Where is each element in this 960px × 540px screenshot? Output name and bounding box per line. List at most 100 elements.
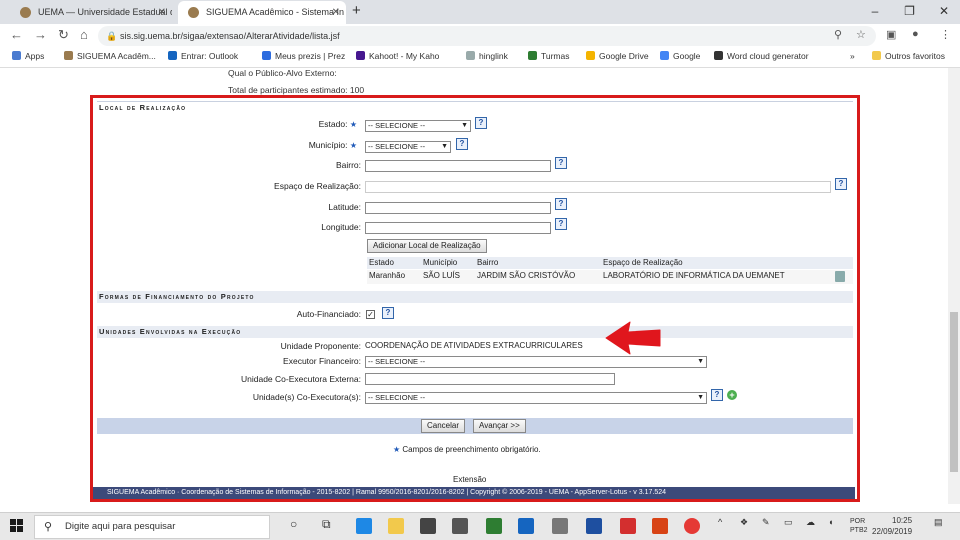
- section-title-unidades: Unidades Envolvidas na Execução: [97, 326, 853, 338]
- bookmark-prezi[interactable]: Meus prezis | Prez: [262, 51, 345, 61]
- profile-avatar-icon[interactable]: ●: [912, 28, 919, 40]
- bookmarks-bar: Apps SIGUEMA Acadêm... Entrar: Outlook M…: [0, 48, 960, 68]
- coexec-externa-input[interactable]: [365, 373, 615, 385]
- bookmark-wordcloud[interactable]: Word cloud generator: [714, 51, 809, 61]
- help-icon[interactable]: ?: [555, 157, 567, 169]
- table-cell: LABORATÓRIO DE INFORMÁTICA DA UEMANET: [603, 271, 785, 280]
- thinglink-icon: [466, 51, 475, 60]
- windows-start-icon[interactable]: [10, 519, 24, 533]
- bookmark-turmas[interactable]: Turmas: [528, 51, 570, 61]
- bookmark-siguema[interactable]: SIGUEMA Acadêm...: [64, 51, 156, 61]
- outlook-icon[interactable]: [518, 518, 534, 534]
- network-icon[interactable]: ▭: [784, 517, 793, 528]
- bookmark-drive[interactable]: Google Drive: [586, 51, 649, 61]
- taskbar-search-input[interactable]: ⚲ Digite aqui para pesquisar: [34, 515, 270, 539]
- pen-icon[interactable]: ✎: [762, 517, 770, 528]
- acrobat-icon[interactable]: [620, 518, 636, 534]
- app-icon[interactable]: [552, 518, 568, 534]
- page-scrollbar[interactable]: [948, 68, 960, 504]
- trash-icon[interactable]: [835, 271, 845, 282]
- app-icon[interactable]: [486, 518, 502, 534]
- url-input[interactable]: 🔒 sis.sig.uema.br/sigaa/extensao/Alterar…: [98, 26, 876, 46]
- notifications-icon[interactable]: ▤: [934, 517, 943, 528]
- bookmark-star-icon[interactable]: ☆: [856, 28, 866, 41]
- cut-off-row: Total de participantes estimado: 100: [228, 85, 365, 95]
- uema-favicon-icon: [20, 7, 31, 18]
- minimize-icon[interactable]: –: [859, 0, 891, 22]
- bookmark-thinglink[interactable]: hinglink: [466, 51, 508, 61]
- form-container: Local de Realização Estado: ★ -- SELECIO…: [97, 98, 853, 498]
- browser-tab-siguema[interactable]: SIGUEMA Acadêmico - Sistema In ✕: [178, 1, 346, 24]
- tray-chevron-icon[interactable]: ^: [718, 517, 722, 527]
- bairro-input[interactable]: [365, 160, 551, 172]
- forward-icon[interactable]: →: [34, 27, 47, 42]
- municipio-select[interactable]: -- SELECIONE -- ▼: [365, 141, 451, 153]
- espaco-label: Espaço de Realização:: [274, 181, 361, 191]
- browser-tab-uema[interactable]: UEMA — Universidade Estadual d ✕: [10, 1, 172, 24]
- required-star-icon: ★: [349, 141, 357, 150]
- help-icon[interactable]: ?: [382, 307, 394, 319]
- coexec-label: Unidade(s) Co-Executora(s):: [252, 392, 361, 402]
- longitude-input[interactable]: [365, 222, 551, 234]
- task-view-icon[interactable]: ⧉: [322, 517, 331, 532]
- word-icon[interactable]: [586, 518, 602, 534]
- next-button[interactable]: Avançar >>: [473, 419, 526, 433]
- bookmark-kahoot[interactable]: Kahoot! - My Kaho: [356, 51, 439, 61]
- help-icon[interactable]: ?: [475, 117, 487, 129]
- file-explorer-icon[interactable]: [388, 518, 404, 534]
- table-header-cell: Espaço de Realização: [603, 258, 683, 267]
- menu-dots-icon[interactable]: ⋮: [940, 28, 951, 41]
- estado-label: Estado: ★: [318, 119, 357, 129]
- new-tab-icon[interactable]: +: [352, 2, 361, 19]
- drive-icon: [586, 51, 595, 60]
- executor-label: Executor Financeiro:: [283, 356, 361, 366]
- add-icon[interactable]: +: [727, 390, 737, 400]
- more-bookmarks-icon[interactable]: »: [850, 51, 855, 61]
- add-local-button[interactable]: Adicionar Local de Realização: [367, 239, 487, 253]
- estado-select[interactable]: -- SELECIONE -- ▼: [365, 120, 471, 132]
- back-icon[interactable]: ←: [10, 27, 23, 42]
- bookmark-outlook[interactable]: Entrar: Outlook: [168, 51, 238, 61]
- edge-icon[interactable]: [356, 518, 372, 534]
- table-header-cell: Município: [423, 258, 458, 267]
- bairro-label: Bairro:: [335, 160, 361, 170]
- dropbox-icon[interactable]: ❖: [740, 517, 748, 528]
- latitude-input[interactable]: [365, 202, 551, 214]
- help-icon[interactable]: ?: [456, 138, 468, 150]
- help-icon[interactable]: ?: [555, 198, 567, 210]
- cancel-button[interactable]: Cancelar: [421, 419, 466, 433]
- system-clock[interactable]: 10:25 22/09/2019: [872, 515, 912, 537]
- help-icon[interactable]: ?: [711, 389, 723, 401]
- close-tab-icon[interactable]: ✕: [332, 1, 340, 24]
- volume-icon[interactable]: ◖: [828, 517, 833, 527]
- close-window-icon[interactable]: ✕: [928, 0, 960, 22]
- bookmark-apps[interactable]: Apps: [12, 51, 44, 61]
- language-indicator[interactable]: POR PTB2: [850, 517, 868, 535]
- close-tab-icon[interactable]: ✕: [158, 1, 166, 24]
- store-icon[interactable]: [420, 518, 436, 534]
- local-table-header: Estado Município Bairro Espaço de Realiz…: [367, 257, 853, 269]
- espaco-input[interactable]: [365, 181, 831, 193]
- chrome-icon[interactable]: [684, 518, 700, 534]
- auto-financiado-checkbox[interactable]: ✓: [366, 310, 375, 319]
- home-icon[interactable]: ⌂: [80, 27, 88, 42]
- coexec-select[interactable]: -- SELECIONE -- ▼: [365, 392, 707, 404]
- module-name: Extensão: [453, 475, 487, 484]
- coexec-externa-label: Unidade Co-Executora Externa:: [240, 374, 361, 384]
- cortana-icon[interactable]: ○: [290, 517, 297, 531]
- onedrive-icon[interactable]: ☁: [806, 517, 815, 528]
- chevron-down-icon: ▼: [697, 394, 704, 401]
- table-header-cell: Estado: [369, 258, 394, 267]
- zoom-icon[interactable]: ⚲: [834, 28, 842, 41]
- powerpoint-icon[interactable]: [652, 518, 668, 534]
- scrollbar-thumb[interactable]: [950, 312, 958, 472]
- bookmark-google[interactable]: Google: [660, 51, 700, 61]
- reload-icon[interactable]: ↻: [58, 27, 69, 43]
- help-icon[interactable]: ?: [555, 218, 567, 230]
- mail-icon[interactable]: [452, 518, 468, 534]
- maximize-icon[interactable]: ❐: [893, 0, 925, 22]
- help-icon[interactable]: ?: [835, 178, 847, 190]
- longitude-label: Longitude:: [321, 222, 361, 232]
- extension-icon[interactable]: ▣: [886, 28, 896, 41]
- bookmark-other[interactable]: Outros favoritos: [872, 51, 945, 61]
